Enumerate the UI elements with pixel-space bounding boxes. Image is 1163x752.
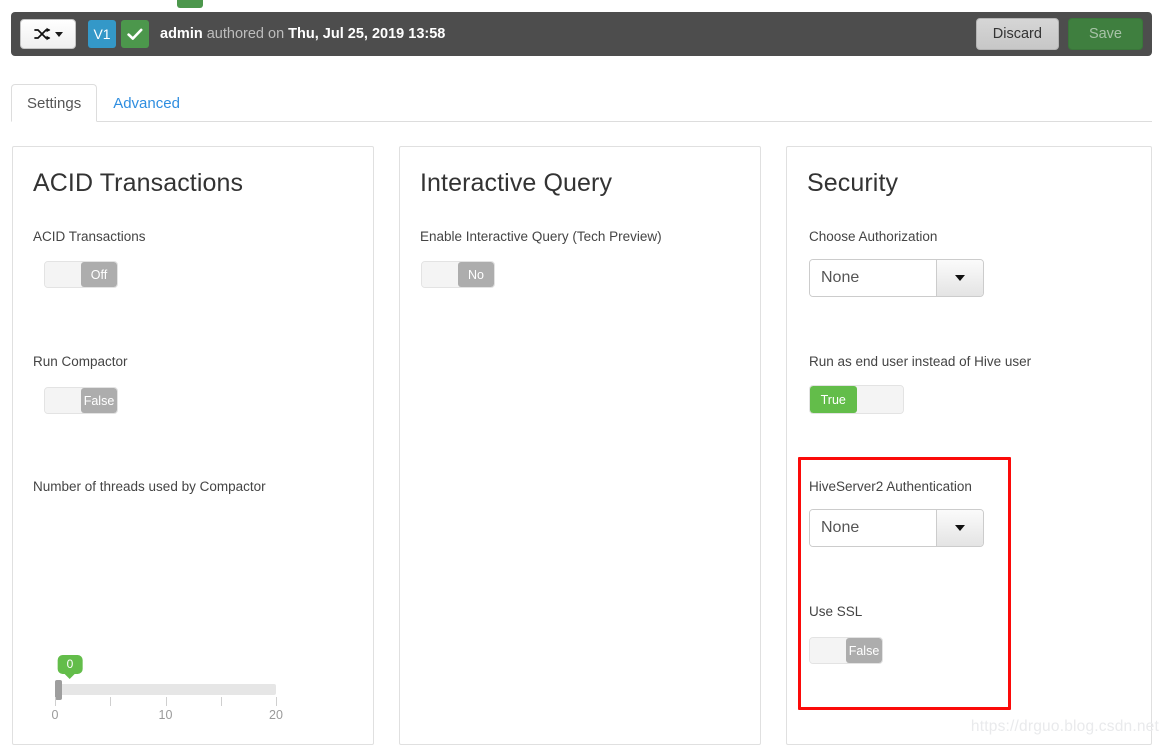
panel-title-acid: ACID Transactions: [33, 169, 244, 197]
tab-settings[interactable]: Settings: [11, 84, 98, 122]
chevron-down-icon: [955, 525, 965, 531]
select-value-hs2auth: None: [810, 510, 936, 546]
toggle-track-left: [422, 262, 458, 287]
toggle-interactive-query[interactable]: No: [421, 261, 495, 288]
toggle-track-right: [856, 386, 903, 413]
tab-bar: Settings Advanced: [11, 83, 1152, 122]
version-control-actions: Discard Save: [975, 18, 1143, 50]
panel-security: Security Choose Authorization None Run a…: [786, 146, 1152, 745]
check-icon: [121, 20, 149, 48]
slider-value-tooltip: 0: [57, 655, 83, 674]
label-compactor-threads: Number of threads used by Compactor: [33, 479, 266, 494]
toggle-track-left: [45, 262, 81, 287]
toggle-use-ssl[interactable]: False: [809, 637, 883, 664]
toggle-knob-run-as-end-user: True: [810, 386, 857, 413]
slider-compactor-threads[interactable]: 0 0 10 20: [44, 655, 289, 727]
top-status-chip: [177, 0, 203, 8]
slider-tick-label-min: 0: [51, 708, 59, 722]
slider-tick-label-mid: 10: [158, 708, 173, 722]
label-choose-authorization: Choose Authorization: [809, 229, 938, 244]
highlight-annotation-box: [798, 457, 1011, 710]
compare-versions-button[interactable]: [20, 19, 76, 49]
select-hiveserver2-authentication[interactable]: None: [809, 509, 984, 547]
slider-scale-labels: 0 10 20: [51, 708, 283, 726]
slider-track[interactable]: [55, 684, 276, 695]
label-run-compactor: Run Compactor: [33, 354, 128, 369]
watermark: https://drguo.blog.csdn.net: [970, 718, 1159, 735]
toggle-knob-interactive-query: No: [458, 262, 494, 287]
chevron-down-icon: [955, 275, 965, 281]
toggle-run-compactor[interactable]: False: [44, 387, 118, 414]
select-arrow-hs2auth[interactable]: [936, 510, 983, 546]
save-button[interactable]: Save: [1067, 18, 1143, 50]
discard-button[interactable]: Discard: [975, 18, 1059, 50]
slider-tick-label-max: 20: [269, 708, 283, 722]
panel-acid-transactions: ACID Transactions ACID Transactions Off …: [12, 146, 374, 745]
toggle-knob-compactor: False: [81, 388, 117, 413]
authored-date: Thu, Jul 25, 2019 13:58: [288, 26, 446, 42]
panel-title-security: Security: [807, 169, 899, 197]
panel-title-interactive-query: Interactive Query: [420, 169, 613, 197]
version-control-bar: V1 admin authored on Thu, Jul 25, 2019 1…: [11, 12, 1152, 56]
app-root: V1 admin authored on Thu, Jul 25, 2019 1…: [0, 0, 1163, 752]
select-choose-authorization[interactable]: None: [809, 259, 984, 297]
label-acid-transactions: ACID Transactions: [33, 229, 146, 244]
label-use-ssl: Use SSL: [809, 604, 863, 619]
toggle-run-as-end-user[interactable]: True: [809, 385, 904, 414]
toggle-acid-transactions[interactable]: Off: [44, 261, 118, 288]
tab-advanced[interactable]: Advanced: [97, 84, 196, 122]
authored-connector: authored on: [202, 26, 289, 42]
toggle-knob-acid: Off: [81, 262, 117, 287]
toggle-knob-use-ssl: False: [846, 638, 882, 663]
select-arrow-authorization[interactable]: [936, 260, 983, 296]
label-enable-interactive-query: Enable Interactive Query (Tech Preview): [420, 229, 662, 244]
authored-info: admin authored on Thu, Jul 25, 2019 13:5…: [160, 26, 445, 42]
label-hiveserver2-authentication: HiveServer2 Authentication: [809, 479, 972, 494]
select-value-authorization: None: [810, 260, 936, 296]
slider-ticks: [55, 697, 277, 706]
panel-interactive-query: Interactive Query Enable Interactive Que…: [399, 146, 761, 745]
toggle-track-left: [810, 638, 846, 663]
shuffle-icon: [33, 27, 51, 41]
label-run-as-end-user: Run as end user instead of Hive user: [809, 354, 1032, 369]
version-badge[interactable]: V1: [88, 20, 116, 48]
caret-down-icon: [54, 31, 63, 37]
author-name: admin: [160, 26, 203, 42]
toggle-track-left: [45, 388, 81, 413]
